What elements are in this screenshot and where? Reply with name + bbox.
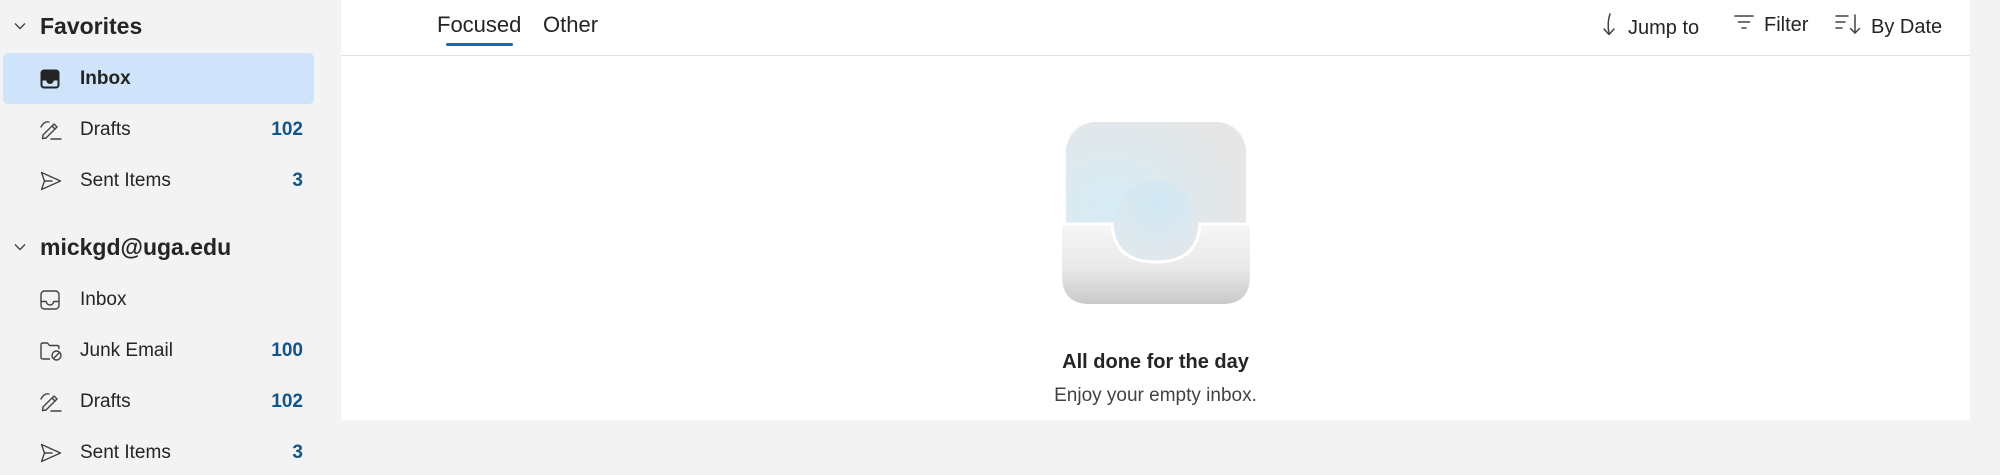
tab-other[interactable]: Other [543, 12, 598, 38]
chevron-down-icon[interactable] [0, 19, 40, 33]
nav-label: Drafts [80, 118, 131, 140]
sort-button[interactable]: By Date [1834, 12, 1942, 42]
account-item-drafts[interactable]: Drafts 102 [3, 376, 314, 427]
empty-inbox-illustration [1062, 120, 1250, 304]
filter-label: Filter [1764, 13, 1809, 36]
unread-count: 100 [271, 339, 303, 361]
active-tab-indicator [446, 43, 513, 46]
nav-label: Inbox [80, 67, 131, 89]
nav-label: Sent Items [80, 441, 171, 463]
junk-folder-icon [39, 340, 73, 362]
account-title: mickgd@uga.edu [40, 233, 232, 260]
filter-icon [1733, 12, 1755, 38]
jump-to-label: Jump to [1628, 16, 1700, 39]
favorites-item-inbox[interactable]: Inbox [3, 53, 314, 104]
account-item-inbox[interactable]: Inbox [3, 274, 314, 325]
account-header[interactable]: mickgd@uga.edu [0, 225, 330, 269]
send-icon [39, 442, 73, 464]
send-icon [39, 170, 73, 192]
unread-count: 102 [271, 118, 303, 140]
nav-label: Inbox [80, 288, 127, 310]
sort-label: By Date [1871, 15, 1943, 38]
arrow-down-icon [1599, 12, 1619, 44]
jump-to-button[interactable]: Jump to [1599, 12, 1699, 44]
message-list-toolbar: Focused Other Jump to Filter By Date [341, 0, 1970, 56]
sort-icon [1834, 12, 1862, 42]
unread-count: 3 [292, 169, 303, 191]
account-item-junk-email[interactable]: Junk Email 100 [3, 325, 314, 376]
account-item-sent-items[interactable]: Sent Items 3 [3, 427, 314, 475]
filter-button[interactable]: Filter [1733, 12, 1808, 38]
drafts-pen-icon [39, 391, 73, 413]
nav-label: Drafts [80, 390, 131, 412]
favorites-header[interactable]: Favorites [0, 4, 330, 48]
unread-count: 102 [271, 390, 303, 412]
folder-pane: Favorites Inbox Drafts 102 Sent Items 3 … [0, 0, 340, 475]
inbox-icon [39, 289, 73, 311]
drafts-pen-icon [39, 119, 73, 141]
nav-label: Sent Items [80, 169, 171, 191]
inbox-filled-icon [39, 68, 73, 90]
empty-state-title: All done for the day [1062, 351, 1249, 373]
favorites-item-drafts[interactable]: Drafts 102 [3, 104, 314, 155]
chevron-down-icon[interactable] [0, 240, 40, 254]
tab-focused[interactable]: Focused [437, 12, 521, 38]
favorites-title: Favorites [40, 12, 143, 39]
nav-label: Junk Email [80, 339, 173, 361]
empty-state-subtitle: Enjoy your empty inbox. [1054, 385, 1257, 406]
unread-count: 3 [292, 441, 303, 463]
favorites-item-sent-items[interactable]: Sent Items 3 [3, 155, 314, 206]
message-list-pane: Focused Other Jump to Filter By Date All… [341, 0, 1970, 420]
